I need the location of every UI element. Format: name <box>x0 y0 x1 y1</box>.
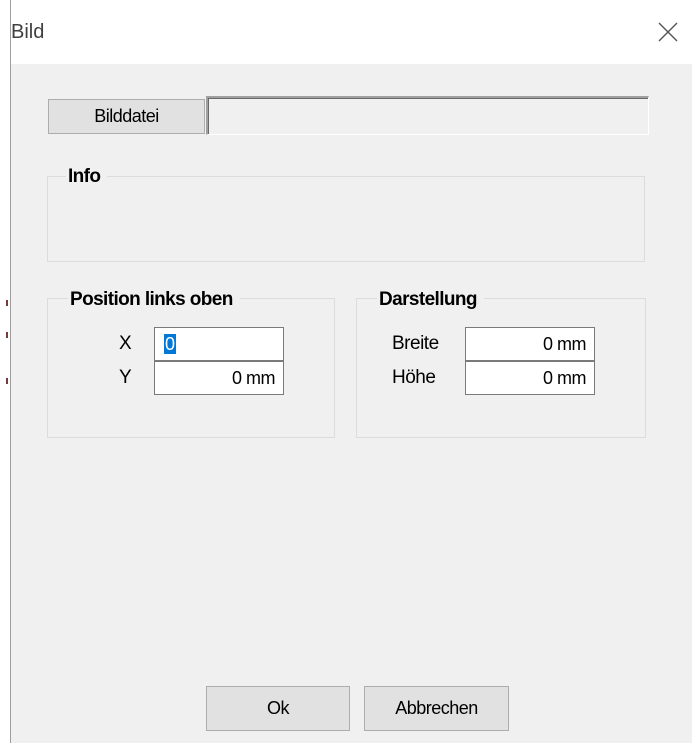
edge-mark <box>6 300 8 306</box>
window-title: Bild <box>11 21 45 43</box>
width-input[interactable]: 0 mm <box>465 327 595 361</box>
image-file-button[interactable]: Bilddatei <box>48 99 205 134</box>
close-icon <box>658 22 678 42</box>
close-button[interactable] <box>648 14 688 50</box>
cancel-button[interactable]: Abbrechen <box>364 686 509 731</box>
dialog-window: Bild Bilddatei Info Position links oben … <box>10 0 692 743</box>
edge-mark <box>6 332 8 338</box>
edge-mark <box>6 378 8 384</box>
y-label: Y <box>119 367 132 388</box>
x-input[interactable]: 0 <box>154 327 284 361</box>
info-group <box>47 176 645 262</box>
image-path-field <box>206 96 649 135</box>
info-group-label: Info <box>66 166 108 188</box>
ok-button[interactable]: Ok <box>206 686 350 731</box>
height-label: Höhe <box>392 367 436 388</box>
x-label: X <box>119 333 132 354</box>
height-input[interactable]: 0 mm <box>465 361 595 395</box>
position-group-label: Position links oben <box>68 289 240 311</box>
background-strip <box>0 0 10 743</box>
x-input-value: 0 <box>164 334 176 354</box>
title-bar[interactable]: Bild <box>11 0 692 64</box>
width-label: Breite <box>392 333 439 354</box>
display-group-label: Darstellung <box>377 289 484 311</box>
y-input[interactable]: 0 mm <box>154 361 284 395</box>
